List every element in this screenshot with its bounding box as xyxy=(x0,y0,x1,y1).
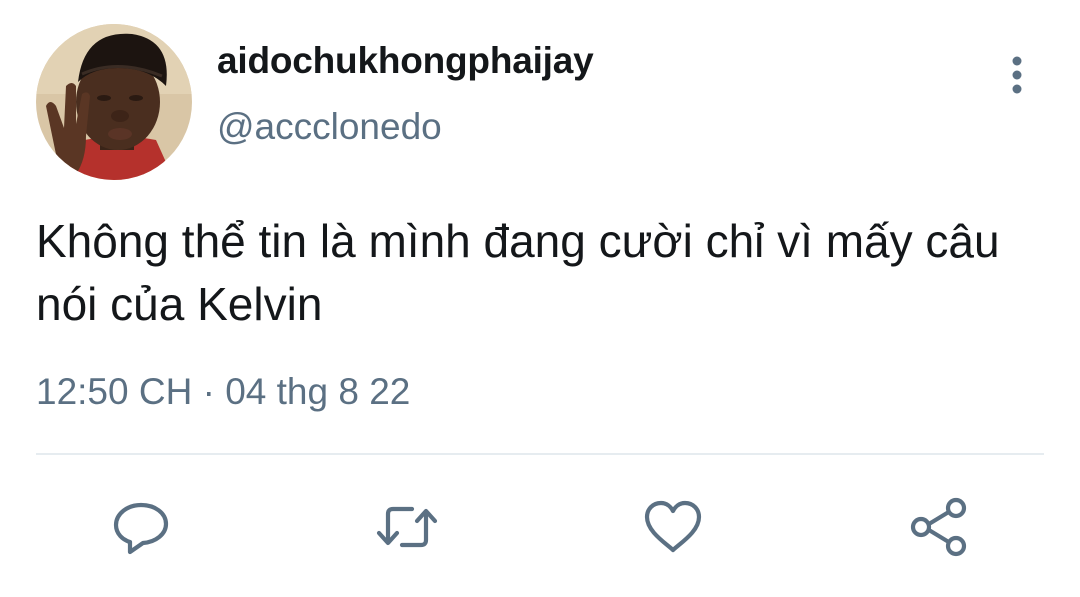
more-vertical-icon xyxy=(1012,56,1022,94)
reply-button[interactable] xyxy=(110,496,172,558)
avatar-image xyxy=(36,24,192,180)
heart-icon xyxy=(644,500,702,553)
share-icon xyxy=(910,497,967,557)
retweet-icon xyxy=(376,506,438,548)
user-handle[interactable]: @accclonedo xyxy=(217,106,442,148)
reply-icon xyxy=(113,502,169,555)
share-button[interactable] xyxy=(908,496,970,558)
avatar[interactable] xyxy=(36,24,192,180)
display-name[interactable]: aidochukhongphaijay xyxy=(217,40,594,82)
like-button[interactable] xyxy=(642,496,704,558)
more-options-button[interactable] xyxy=(996,52,1038,98)
divider xyxy=(36,453,1044,455)
tweet-text: Không thể tin là mình đang cười chỉ vì m… xyxy=(36,215,1000,330)
tweet-timestamp[interactable]: 12:50 CH · 04 thg 8 22 xyxy=(36,371,410,413)
retweet-button[interactable] xyxy=(376,496,438,558)
